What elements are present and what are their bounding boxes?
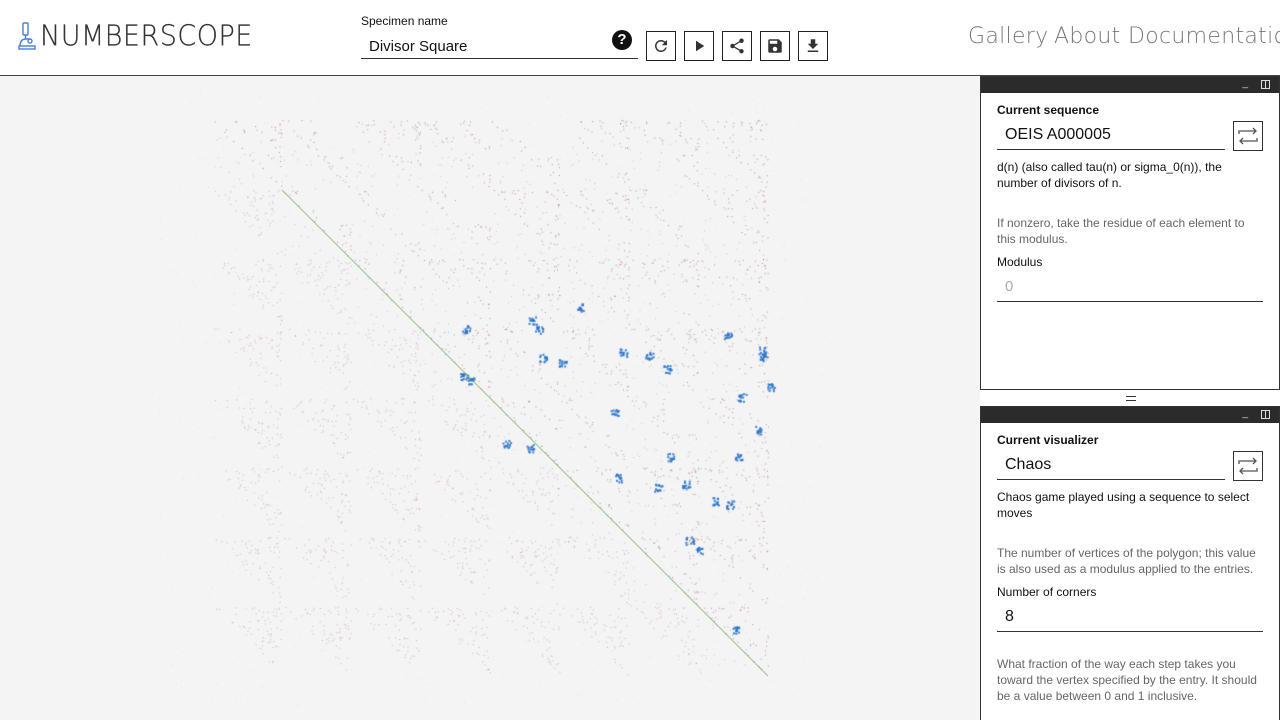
maximize-icon[interactable]	[1261, 410, 1270, 419]
refresh-icon	[654, 39, 667, 52]
change-visualizer-button[interactable]	[1233, 451, 1263, 481]
sequence-panel: _ Current sequence OEIS A000005 d(n) (al…	[980, 76, 1280, 390]
modulus-help-text: If nonzero, take the residue of each ele…	[997, 216, 1245, 246]
corners-label: Number of corners	[997, 585, 1097, 599]
corners-input[interactable]: 8	[997, 602, 1263, 632]
download-button[interactable]	[798, 31, 828, 61]
nav-gallery-link[interactable]: Gallery	[968, 24, 1048, 49]
change-sequence-button[interactable]	[1233, 121, 1263, 151]
visualizer-panel: _ Current visualizer Chaos Chaos game pl…	[980, 406, 1280, 720]
current-visualizer-label: Current visualizer	[997, 433, 1099, 447]
current-sequence-label: Current sequence	[997, 103, 1100, 117]
play-button[interactable]	[684, 31, 714, 61]
refresh-button[interactable]	[646, 31, 676, 61]
visualizer-description: Chaos game played using a sequence to se…	[997, 490, 1250, 520]
chaos-plot[interactable]	[0, 76, 980, 720]
minimize-icon[interactable]: _	[1242, 408, 1248, 419]
swap-icon	[1238, 457, 1258, 475]
maximize-icon[interactable]	[1261, 80, 1270, 89]
nav-documentation-link[interactable]: Documentation	[1128, 24, 1280, 49]
specimen-name-input[interactable]	[361, 34, 638, 59]
download-icon	[807, 39, 819, 52]
share-icon	[730, 38, 744, 54]
minimize-icon[interactable]: _	[1242, 78, 1248, 89]
swap-icon	[1238, 127, 1258, 145]
current-sequence-field[interactable]: OEIS A000005	[997, 120, 1225, 150]
sequence-description: d(n) (also called tau(n) or sigma_0(n)),…	[997, 160, 1222, 190]
specimen-label: Specimen name	[361, 14, 448, 28]
modulus-label: Modulus	[997, 255, 1043, 269]
panel-titlebar: _	[981, 407, 1279, 423]
current-visualizer-field[interactable]: Chaos	[997, 450, 1225, 480]
panel-resize-handle[interactable]	[1126, 396, 1136, 401]
corners-help-text: The number of vertices of the polygon; t…	[997, 546, 1256, 576]
panel-titlebar: _	[981, 77, 1279, 93]
nav-about-link[interactable]: About	[1054, 24, 1121, 49]
logo[interactable]: NUMBERSCOPE	[16, 20, 253, 52]
save-button[interactable]	[760, 31, 790, 61]
save-icon	[768, 39, 782, 53]
logo-text: NUMBERSCOPE	[40, 19, 253, 53]
visualization-canvas[interactable]	[0, 76, 980, 720]
share-button[interactable]	[722, 31, 752, 61]
play-icon	[696, 40, 705, 52]
modulus-input[interactable]: 0	[997, 272, 1263, 302]
fraction-help-text: What fraction of the way each step takes…	[997, 657, 1257, 703]
help-icon[interactable]: ?	[612, 30, 632, 50]
microscope-icon	[18, 22, 36, 50]
specimen-field: Specimen name	[361, 14, 638, 59]
top-bar: NUMBERSCOPE Specimen name ? Gallery Abou…	[0, 0, 1280, 76]
